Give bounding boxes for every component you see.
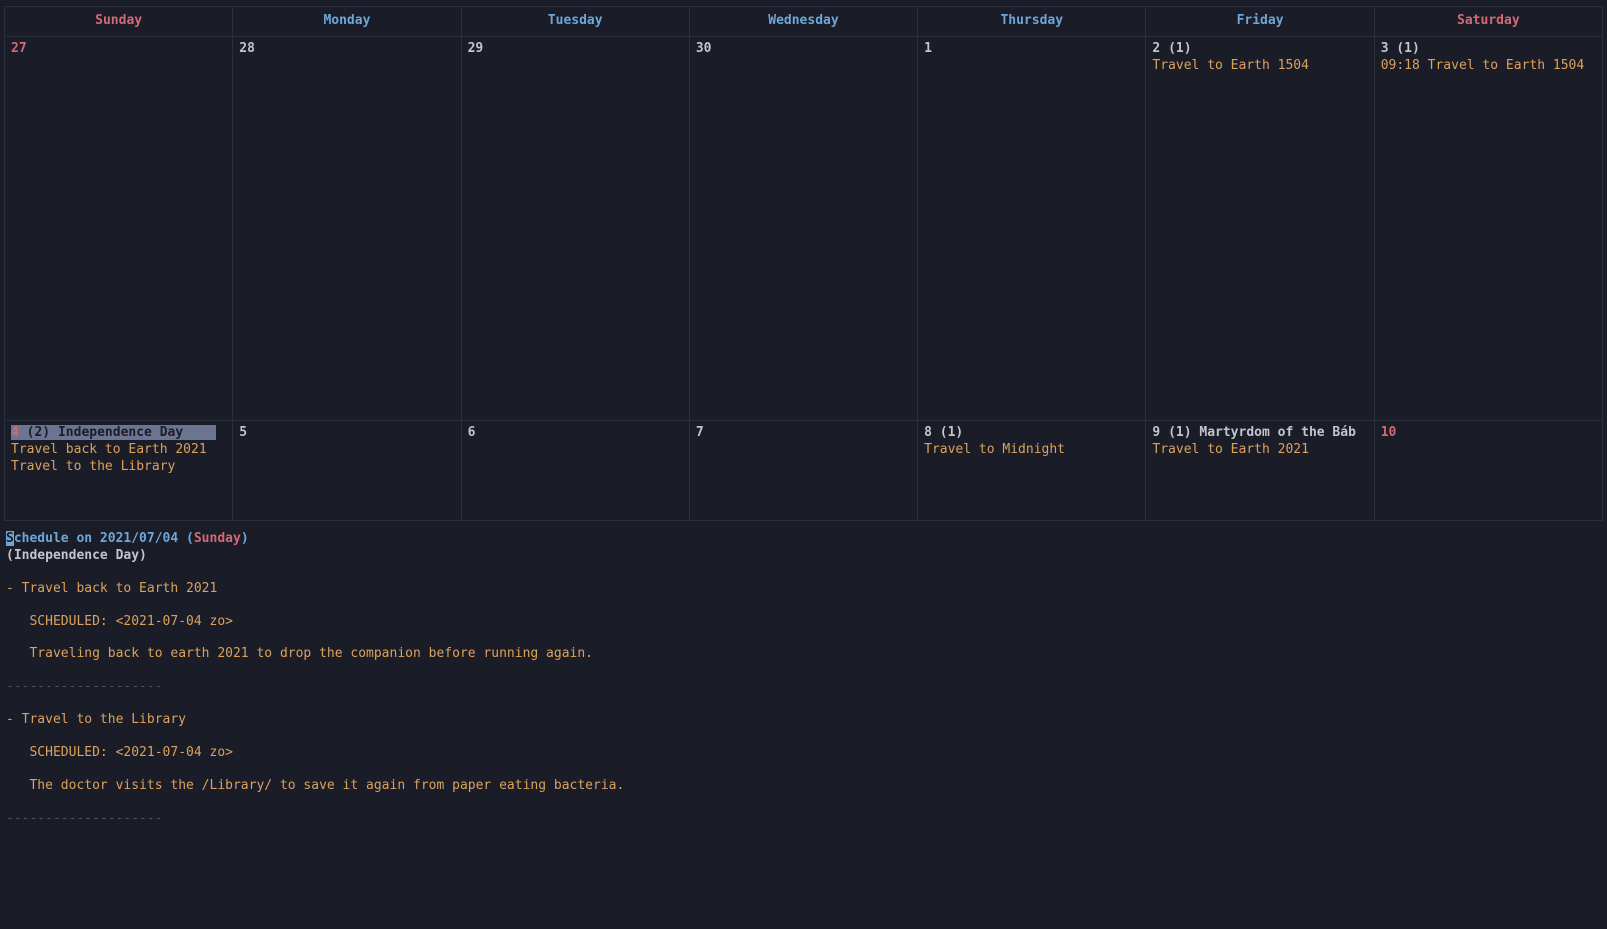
schedule-panel: Schedule on 2021/07/04 (Sunday) (Indepen…	[0, 521, 1607, 828]
cursor: S	[6, 531, 14, 546]
calendar-event[interactable]: Travel back to Earth 2021	[11, 442, 226, 459]
schedule-item[interactable]: - Travel to the Library	[6, 712, 1601, 729]
day-number: 5	[239, 425, 247, 440]
schedule-divider: --------------------	[6, 811, 1601, 828]
day-cell-4-selected[interactable]: 4 (2) Independence Day Travel back to Ea…	[5, 420, 233, 520]
header-wednesday: Wednesday	[689, 7, 917, 37]
schedule-item[interactable]: - Travel back to Earth 2021	[6, 581, 1601, 598]
day-number: 3 (1)	[1381, 41, 1420, 56]
calendar-table: Sunday Monday Tuesday Wednesday Thursday…	[4, 6, 1603, 521]
header-thursday: Thursday	[918, 7, 1146, 37]
day-number: 27	[11, 41, 27, 56]
calendar-week-1: 27 28 29 30 1 2 (1) Travel to Earth 1504…	[5, 36, 1603, 420]
schedule-scheduled: SCHEDULED: <2021-07-04 zo>	[6, 614, 1601, 631]
schedule-divider: --------------------	[6, 679, 1601, 696]
header-monday: Monday	[233, 7, 461, 37]
day-number: 1	[924, 41, 932, 56]
calendar-event[interactable]: Travel to Midnight	[924, 442, 1139, 459]
header-tuesday: Tuesday	[461, 7, 689, 37]
day-cell-9[interactable]: 9 (1) Martyrdom of the Báb Travel to Ear…	[1146, 420, 1374, 520]
day-number: 2 (1)	[1152, 41, 1191, 56]
day-number: 6	[468, 425, 476, 440]
day-number: 7	[696, 425, 704, 440]
day-cell-1[interactable]: 1	[918, 36, 1146, 420]
day-cell-28[interactable]: 28	[233, 36, 461, 420]
day-cell-6[interactable]: 6	[461, 420, 689, 520]
calendar-event[interactable]: Travel to Earth 1504	[1152, 58, 1367, 75]
weekday-header-row: Sunday Monday Tuesday Wednesday Thursday…	[5, 7, 1603, 37]
day-number: 29	[468, 41, 484, 56]
day-cell-3[interactable]: 3 (1) 09:18 Travel to Earth 1504	[1374, 36, 1602, 420]
day-number: 30	[696, 41, 712, 56]
day-cell-5[interactable]: 5	[233, 420, 461, 520]
header-sunday: Sunday	[5, 7, 233, 37]
schedule-scheduled: SCHEDULED: <2021-07-04 zo>	[6, 745, 1601, 762]
day-number: 8 (1)	[924, 425, 963, 440]
calendar-event[interactable]: Travel to the Library	[11, 459, 226, 476]
day-cell-29[interactable]: 29	[461, 36, 689, 420]
calendar-event[interactable]: 09:18 Travel to Earth 1504	[1381, 58, 1596, 75]
day-cell-7[interactable]: 7	[689, 420, 917, 520]
day-cell-8[interactable]: 8 (1) Travel to Midnight	[918, 420, 1146, 520]
day-number: 28	[239, 41, 255, 56]
day-number: 9 (1) Martyrdom of the Báb	[1152, 425, 1356, 440]
schedule-holiday: (Independence Day)	[6, 548, 1601, 565]
header-friday: Friday	[1146, 7, 1374, 37]
calendar-week-2: 4 (2) Independence Day Travel back to Ea…	[5, 420, 1603, 520]
schedule-title: Schedule on 2021/07/04 (Sunday)	[6, 531, 1601, 548]
day-cell-30[interactable]: 30	[689, 36, 917, 420]
calendar-grid: Sunday Monday Tuesday Wednesday Thursday…	[0, 0, 1607, 521]
header-saturday: Saturday	[1374, 7, 1602, 37]
day-number: 10	[1381, 425, 1397, 440]
calendar-event[interactable]: Travel to Earth 2021	[1152, 442, 1367, 459]
day-cell-10[interactable]: 10	[1374, 420, 1602, 520]
schedule-description: The doctor visits the /Library/ to save …	[6, 778, 1601, 795]
selected-day-header: 4 (2) Independence Day	[11, 425, 216, 440]
schedule-description: Traveling back to earth 2021 to drop the…	[6, 646, 1601, 663]
day-cell-2[interactable]: 2 (1) Travel to Earth 1504	[1146, 36, 1374, 420]
day-cell-27[interactable]: 27	[5, 36, 233, 420]
